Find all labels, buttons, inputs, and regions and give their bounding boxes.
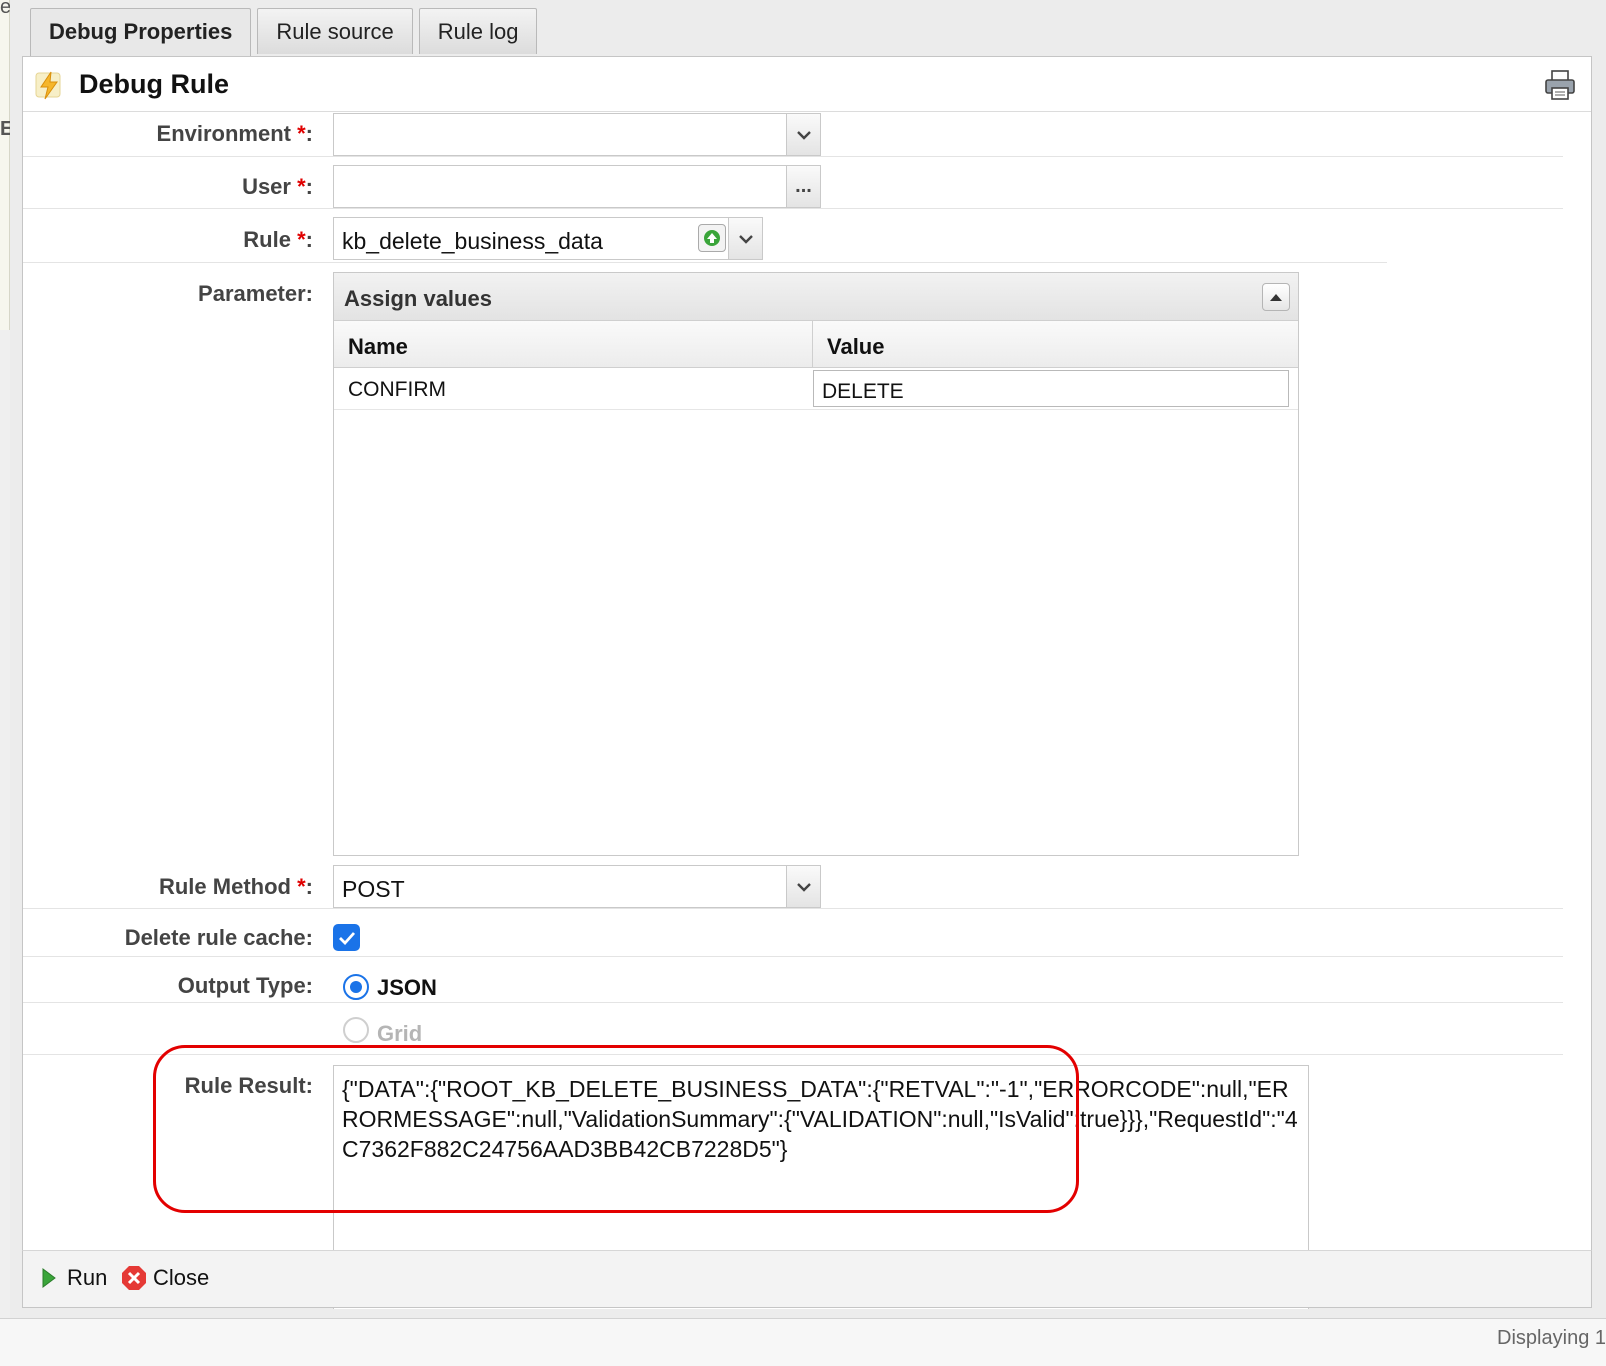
delete-cache-row: Delete rule cache:: [23, 909, 1563, 957]
user-label: User *:: [242, 174, 313, 199]
rule-select[interactable]: kb_delete_business_data: [333, 217, 763, 260]
grid-title: Assign values: [344, 286, 492, 311]
grid-header: Assign values: [334, 273, 1298, 321]
printer-icon[interactable]: [1543, 68, 1577, 102]
status-text: Displaying 1: [1497, 1327, 1606, 1349]
close-button[interactable]: Close: [121, 1265, 209, 1291]
tab-rule-source[interactable]: Rule source: [257, 8, 413, 54]
background-gutter: [0, 0, 10, 330]
chevron-down-icon[interactable]: [728, 218, 762, 259]
column-header-name[interactable]: Name: [334, 321, 813, 367]
collapse-button[interactable]: [1262, 283, 1290, 311]
output-json-label: JSON: [377, 975, 437, 1000]
output-grid-row: Grid: [23, 1003, 1563, 1055]
status-bar: Displaying 1: [0, 1318, 1606, 1366]
close-icon: [122, 1266, 146, 1290]
output-json-radio[interactable]: [343, 974, 369, 1000]
environment-row: Environment *:: [23, 113, 1563, 157]
environment-select[interactable]: [333, 113, 821, 156]
output-grid-radio[interactable]: [343, 1017, 369, 1043]
rule-method-select[interactable]: POST: [333, 865, 821, 908]
dialog-footer: Run Close: [22, 1250, 1592, 1308]
chevron-up-icon: [1270, 294, 1282, 301]
delete-cache-label: Delete rule cache:: [124, 925, 313, 950]
user-row: User *: ...: [23, 157, 1563, 209]
rule-up-icon[interactable]: [698, 224, 726, 252]
debug-properties-panel: Debug Rule Environment *: User *: ... Ru…: [22, 56, 1592, 1309]
column-header-value[interactable]: Value: [813, 321, 1291, 367]
output-type-row: Output Type: JSON: [23, 957, 1563, 1003]
rule-result-label: Rule Result:: [184, 1073, 313, 1098]
checkmark-icon: [338, 931, 355, 945]
chevron-down-icon[interactable]: [786, 114, 820, 155]
rule-method-label: Rule Method *:: [158, 874, 313, 899]
ellipsis-icon: ...: [795, 175, 812, 197]
panel-header: Debug Rule: [23, 57, 1591, 112]
rule-value: kb_delete_business_data: [342, 228, 603, 254]
page-title: Debug Rule: [79, 69, 230, 99]
run-label: Run: [67, 1265, 108, 1290]
tab-bar: Debug Properties Rule source Rule log: [30, 8, 543, 56]
rule-label: Rule *:: [243, 227, 313, 252]
environment-label: Environment *:: [156, 121, 313, 146]
tab-debug-properties[interactable]: Debug Properties: [30, 8, 252, 56]
tab-rule-log[interactable]: Rule log: [418, 8, 538, 54]
rule-method-row: Rule Method *: POST: [23, 863, 1563, 909]
close-label: Close: [153, 1265, 210, 1290]
delete-cache-checkbox[interactable]: [333, 924, 360, 951]
background-gutter-lower: [0, 330, 10, 1366]
play-icon: [42, 1268, 56, 1288]
param-value-input[interactable]: DELETE: [813, 370, 1289, 407]
output-type-label: Output Type:: [177, 973, 313, 998]
browse-button[interactable]: ...: [786, 166, 820, 207]
rule-method-value: POST: [342, 876, 405, 902]
run-button[interactable]: Run: [41, 1265, 107, 1291]
param-name-cell: CONFIRM: [348, 378, 446, 401]
bolt-icon: [35, 71, 61, 100]
rule-row: Rule *: kb_delete_business_data: [23, 209, 1387, 263]
chevron-down-icon[interactable]: [786, 866, 820, 907]
user-field[interactable]: ...: [333, 165, 821, 208]
grid-columns: Name Value: [334, 321, 1298, 368]
table-row: CONFIRM DELETE: [334, 368, 1298, 410]
parameter-grid: Assign values Name Value CONFIRM DELETE: [333, 272, 1299, 856]
output-grid-label: Grid: [377, 1021, 423, 1046]
parameter-label: Parameter:: [198, 281, 313, 306]
